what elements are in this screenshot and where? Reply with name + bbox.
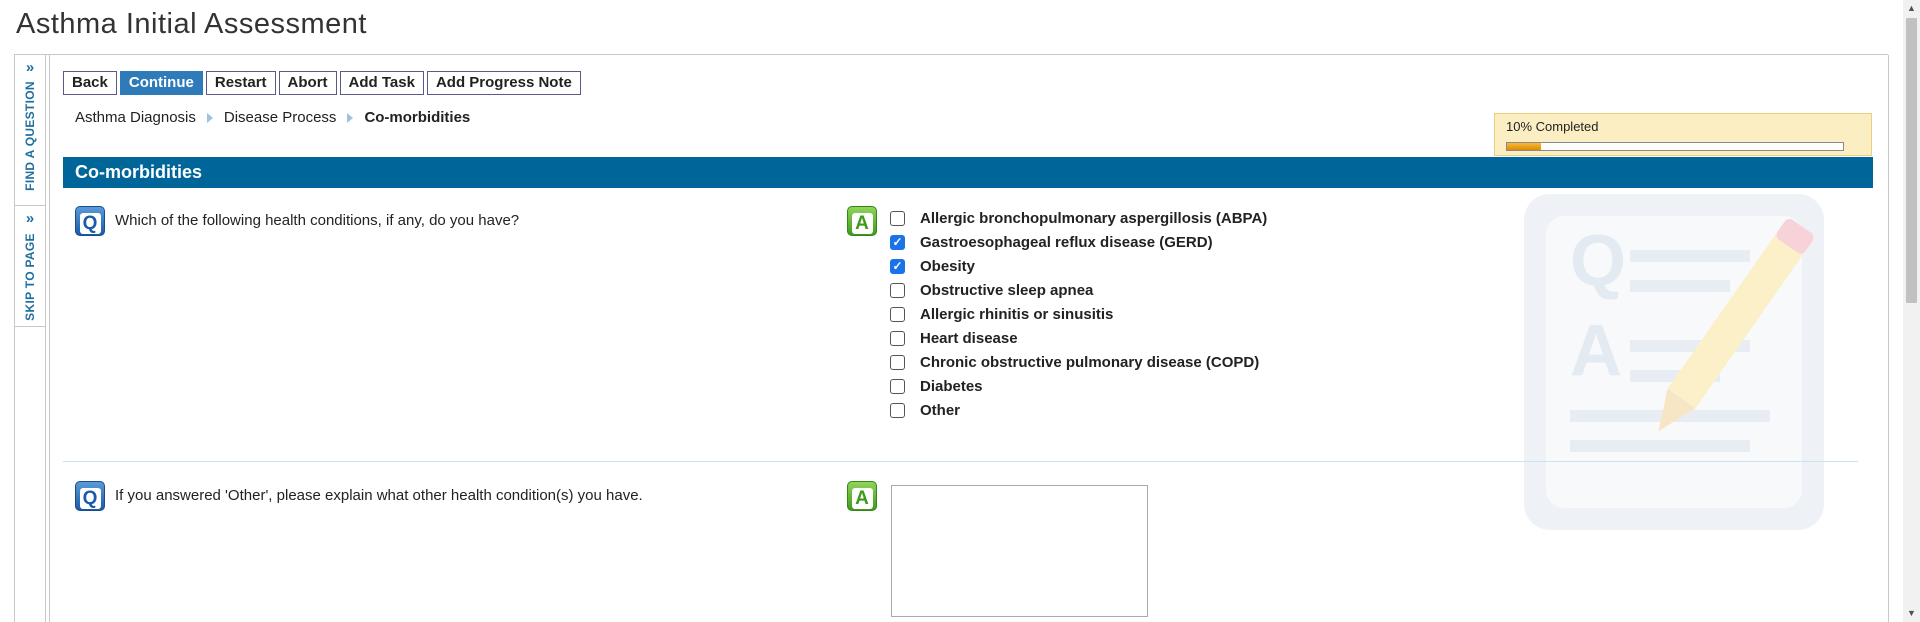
double-chevron-icon: » <box>25 59 35 76</box>
svg-text:Q: Q <box>1570 221 1626 301</box>
scroll-down-arrow-icon[interactable]: ▼ <box>1903 605 1920 622</box>
other-conditions-textarea[interactable] <box>891 485 1148 617</box>
answer-option-label[interactable]: Obstructive sleep apnea <box>920 282 1093 299</box>
toolbar: Back Continue Restart Abort Add Task Add… <box>63 71 581 95</box>
restart-button[interactable]: Restart <box>205 71 276 95</box>
checkbox[interactable] <box>890 210 905 226</box>
tab-divider <box>15 326 45 327</box>
answer-option[interactable]: Allergic rhinitis or sinusitis <box>890 302 1267 326</box>
answer-option[interactable]: Obstructive sleep apnea <box>890 278 1267 302</box>
answer-option[interactable]: Heart disease <box>890 326 1267 350</box>
question-icon: Q <box>75 206 105 236</box>
question-text: If you answered 'Other', please explain … <box>115 487 643 504</box>
progress-fill <box>1507 143 1541 150</box>
checkbox-checked[interactable]: ✓ <box>890 234 905 250</box>
question-text: Which of the following health conditions… <box>115 212 520 229</box>
qa-pencil-watermark-icon: Q A <box>1524 194 1824 530</box>
checkbox[interactable] <box>890 330 905 346</box>
vertical-scrollbar[interactable]: ▲ ▼ <box>1903 0 1920 622</box>
checkbox-checked[interactable]: ✓ <box>890 258 905 274</box>
svg-text:A: A <box>1570 311 1622 391</box>
checkbox[interactable] <box>890 378 905 394</box>
breadcrumb-item-disease-process[interactable]: Disease Process <box>224 109 337 126</box>
breadcrumb-current: Co-morbidities <box>364 109 471 126</box>
answer-options-list: Allergic bronchopulmonary aspergillosis … <box>890 206 1267 422</box>
scroll-up-arrow-icon[interactable]: ▲ <box>1903 0 1920 17</box>
answer-option-label[interactable]: Diabetes <box>920 378 983 395</box>
answer-icon: A <box>847 206 877 236</box>
skip-to-page-tab[interactable]: » SKIP TO PAGE <box>15 206 45 326</box>
answer-option[interactable]: Other <box>890 398 1267 422</box>
skip-to-page-label: SKIP TO PAGE <box>23 233 37 321</box>
page-title: Asthma Initial Assessment <box>16 8 367 40</box>
answer-option[interactable]: ✓ Gastroesophageal reflux disease (GERD) <box>890 230 1267 254</box>
answer-option-label[interactable]: Gastroesophageal reflux disease (GERD) <box>920 234 1213 251</box>
chevron-right-icon <box>347 112 354 123</box>
answer-option[interactable]: ✓ Obesity <box>890 254 1267 278</box>
checkbox[interactable] <box>890 402 905 418</box>
section-header: Co-morbidities <box>63 157 1873 188</box>
answer-option-label[interactable]: Other <box>920 402 960 419</box>
abort-button[interactable]: Abort <box>278 71 337 95</box>
chevron-right-icon <box>206 112 213 123</box>
breadcrumb-item-asthma-diagnosis[interactable]: Asthma Diagnosis <box>75 109 196 126</box>
checkbox[interactable] <box>890 306 905 322</box>
question-icon: Q <box>75 481 105 511</box>
add-task-button[interactable]: Add Task <box>339 71 424 95</box>
scrollbar-thumb[interactable] <box>1906 18 1917 303</box>
back-button[interactable]: Back <box>63 71 117 95</box>
question-divider <box>63 461 1858 462</box>
double-chevron-icon: » <box>25 210 35 227</box>
answer-option[interactable]: Diabetes <box>890 374 1267 398</box>
answer-option-label[interactable]: Obesity <box>920 258 975 275</box>
answer-option[interactable]: Allergic bronchopulmonary aspergillosis … <box>890 206 1267 230</box>
answer-option-label[interactable]: Chronic obstructive pulmonary disease (C… <box>920 354 1259 371</box>
answer-option-label[interactable]: Allergic rhinitis or sinusitis <box>920 306 1113 323</box>
checkbox[interactable] <box>890 354 905 370</box>
checkbox[interactable] <box>890 282 905 298</box>
find-a-question-label: FIND A QUESTION <box>23 81 37 191</box>
answer-option[interactable]: Chronic obstructive pulmonary disease (C… <box>890 350 1267 374</box>
progress-label: 10% Completed <box>1506 119 1599 134</box>
breadcrumb: Asthma Diagnosis Disease Process Co-morb… <box>75 109 470 126</box>
add-progress-note-button[interactable]: Add Progress Note <box>426 71 581 95</box>
side-tab-panel: » FIND A QUESTION » SKIP TO PAGE <box>14 55 46 622</box>
progress-track <box>1506 142 1844 151</box>
answer-option-label[interactable]: Heart disease <box>920 330 1018 347</box>
find-a-question-tab[interactable]: » FIND A QUESTION <box>15 55 45 205</box>
continue-button[interactable]: Continue <box>119 71 203 95</box>
answer-option-label[interactable]: Allergic bronchopulmonary aspergillosis … <box>920 210 1267 227</box>
answer-icon: A <box>847 481 877 511</box>
progress-indicator: 10% Completed <box>1494 113 1872 156</box>
